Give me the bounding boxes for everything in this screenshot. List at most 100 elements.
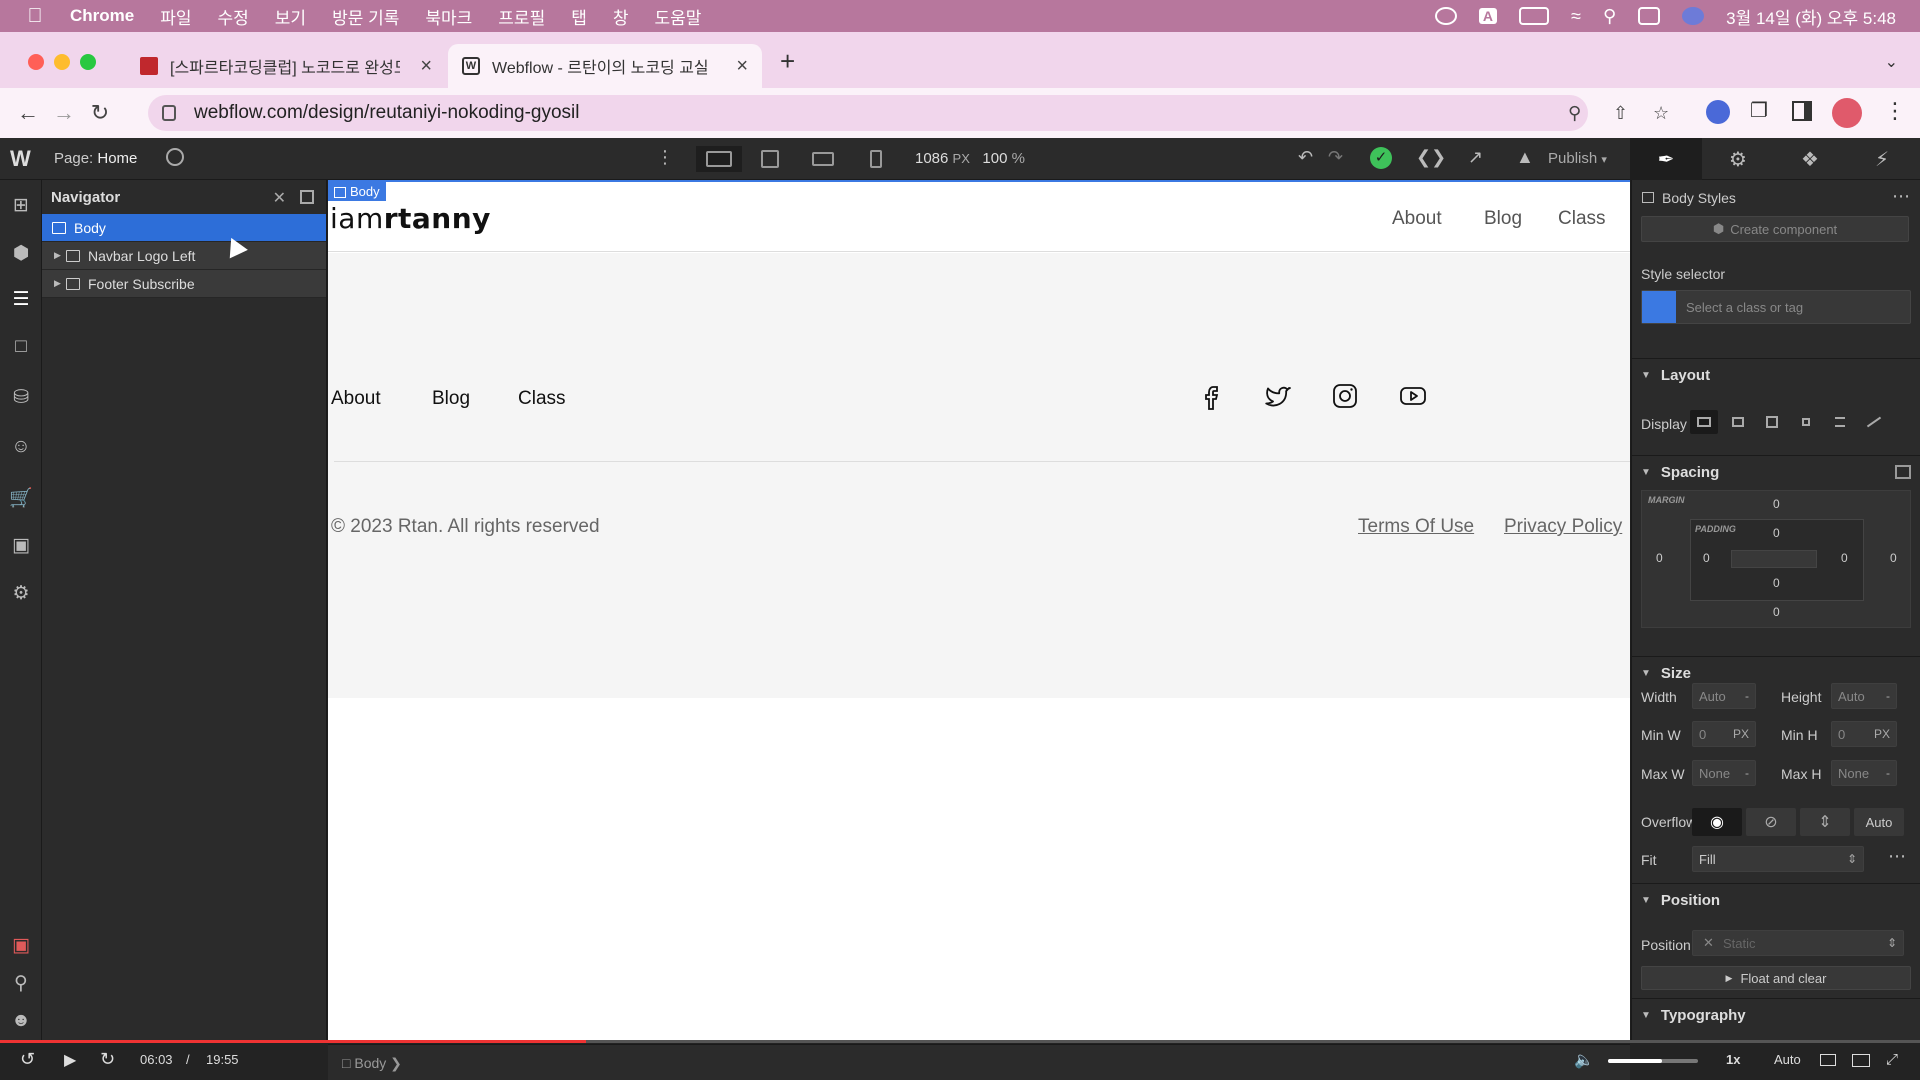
menu-file[interactable]: 파일 [160, 4, 191, 29]
selected-element-tag[interactable]: Body [328, 182, 386, 201]
float-and-clear-button[interactable]: ▶ Float and clear [1641, 966, 1911, 990]
picture-in-picture-icon[interactable] [1852, 1054, 1870, 1067]
control-center-icon[interactable] [1638, 7, 1661, 25]
max-height-input[interactable]: None - [1831, 760, 1897, 786]
side-panel-icon[interactable] [1792, 101, 1812, 121]
ecommerce-cart-icon[interactable]: 🛒 [9, 486, 33, 509]
height-input[interactable]: Auto - [1831, 683, 1897, 709]
display-inline-button[interactable] [1826, 410, 1854, 434]
menu-view[interactable]: 보기 [275, 4, 306, 29]
webflow-logo-icon[interactable]: W [10, 146, 31, 172]
site-navbar[interactable]: iamrtanny About Blog Class [328, 200, 1630, 252]
menu-profiles[interactable]: 프로필 [498, 4, 545, 29]
display-grid-button[interactable] [1758, 410, 1786, 434]
quality-setting[interactable]: Auto [1774, 1052, 1801, 1067]
navigator-item-navbar-logo-left[interactable]: ▶ Navbar Logo Left [42, 242, 326, 270]
chrome-extension-icon[interactable] [1706, 100, 1730, 124]
width-input[interactable]: Auto - [1692, 683, 1756, 709]
menu-edit[interactable]: 수정 [218, 4, 249, 29]
menu-window[interactable]: 창 [613, 4, 629, 29]
breakpoint-mobile-portrait-button[interactable] [856, 146, 896, 172]
footer-link-blog[interactable]: Blog [432, 388, 470, 410]
expand-caret-icon[interactable]: ▶ [54, 278, 66, 289]
style-manager-tab-drops-icon[interactable]: ❖ [1774, 138, 1846, 180]
users-icon[interactable]: ☺ [9, 436, 33, 458]
share-icon[interactable]: ⇧ [1613, 103, 1628, 124]
share-export-icon[interactable]: ↗ [1468, 147, 1483, 168]
collaborators-icon[interactable]: ☻ [9, 1010, 33, 1032]
siri-icon[interactable] [1682, 7, 1705, 25]
chrome-menu-icon[interactable]: ⋮ [1884, 98, 1906, 124]
tab-search-chevron-icon[interactable]: ⌄ [1885, 52, 1898, 72]
expand-caret-icon[interactable]: ▶ [54, 250, 66, 261]
assets-images-icon[interactable]: ▣ [9, 534, 33, 556]
cms-database-icon[interactable]: ⛁ [9, 386, 33, 408]
publish-button[interactable]: Publish ▾ [1548, 150, 1607, 167]
footer-legal-terms[interactable]: Terms Of Use [1358, 516, 1474, 538]
zoom-window-button[interactable] [80, 54, 96, 70]
site-logo[interactable]: iamrtanny [330, 202, 491, 235]
subtitles-icon[interactable] [1820, 1054, 1836, 1066]
overflow-auto-button[interactable]: Auto [1854, 808, 1904, 836]
add-panel-plus-icon[interactable]: ⊞ [9, 194, 33, 216]
footer-link-about[interactable]: About [331, 388, 381, 410]
create-component-button[interactable]: ⬢ Create component [1641, 216, 1909, 242]
battery-icon[interactable] [1519, 7, 1550, 25]
address-bar[interactable]: webflow.com/design/reutaniyi-nokoding-gy… [148, 95, 1669, 131]
min-height-input[interactable]: 0 PX [1831, 721, 1897, 747]
close-tab-icon[interactable]: × [736, 55, 748, 78]
position-select[interactable]: ✕ Static ⇕ [1692, 930, 1904, 956]
section-typography-header[interactable]: ▼ Typography [1632, 998, 1920, 1032]
padding-top[interactable]: 0 [1773, 526, 1780, 540]
interactions-tab-bolt-icon[interactable]: ⚡ [1846, 138, 1918, 180]
menubar-clock[interactable]: 3월 14일 (화) 오후 5:48 [1726, 4, 1896, 29]
settings-gear-icon[interactable]: ⚙ [9, 582, 33, 604]
footer-link-class[interactable]: Class [518, 388, 566, 410]
display-none-button[interactable] [1860, 410, 1888, 434]
style-selector-input[interactable]: Select a class or tag [1641, 290, 1911, 324]
navigator-item-body[interactable]: Body [42, 214, 326, 242]
menu-tab[interactable]: 탭 [571, 4, 587, 29]
padding-bottom[interactable]: 0 [1773, 576, 1780, 590]
browser-tab-active[interactable]: W Webflow - 르탄이의 노코딩 교실 × [448, 44, 762, 88]
menu-bookmarks[interactable]: 북마크 [425, 4, 472, 29]
playback-speed[interactable]: 1x [1726, 1052, 1740, 1067]
menu-history[interactable]: 방문 기록 [332, 4, 399, 29]
input-source-icon[interactable]: A [1478, 8, 1498, 24]
search-icon[interactable]: ⚲ [9, 972, 33, 994]
margin-right[interactable]: 0 [1890, 551, 1897, 565]
margin-top[interactable]: 0 [1773, 497, 1780, 511]
min-width-input[interactable]: 0 PX [1692, 721, 1756, 747]
close-tab-icon[interactable]: × [420, 55, 432, 78]
apple-icon[interactable]:  [0, 5, 70, 28]
zoom-magnifier-icon[interactable]: ⚲ [1568, 103, 1581, 124]
style-panel-tab-brush-icon[interactable]: ✒ [1630, 138, 1702, 180]
min-height-unit[interactable]: PX [1874, 727, 1890, 741]
collapse-all-icon[interactable]: ✕ [273, 188, 286, 208]
spacing-toggle-icon[interactable] [1895, 465, 1911, 479]
facebook-icon[interactable] [1196, 381, 1226, 411]
browser-tab[interactable]: [스파르타코딩클럽] 노코드로 완성도 × [126, 44, 446, 88]
design-canvas[interactable]: Body iamrtanny About Blog Class About Bl… [328, 180, 1630, 1040]
margin-bottom[interactable]: 0 [1773, 605, 1780, 619]
menu-app-name[interactable]: Chrome [70, 6, 134, 26]
url-text[interactable]: webflow.com/design/reutaniyi-nokoding-gy… [194, 102, 579, 124]
code-export-icon[interactable]: ❮❯ [1416, 147, 1446, 168]
bookmark-star-icon[interactable]: ☆ [1653, 103, 1669, 124]
site-nav-link-class[interactable]: Class [1558, 208, 1606, 230]
footer-legal-privacy[interactable]: Privacy Policy [1504, 516, 1622, 538]
video-progress-track[interactable] [0, 1040, 1920, 1043]
fullscreen-exit-icon[interactable]: ⤢ [1886, 1051, 1898, 1068]
close-window-button[interactable] [28, 54, 44, 70]
section-position-header[interactable]: ▼ Position [1632, 883, 1920, 917]
preview-eye-icon[interactable] [166, 148, 184, 166]
breakpoint-mobile-landscape-button[interactable] [803, 146, 843, 172]
navigator-item-footer-subscribe[interactable]: ▶ Footer Subscribe [42, 270, 326, 298]
margin-left[interactable]: 0 [1656, 551, 1663, 565]
reload-icon[interactable]: ↻ [82, 100, 118, 126]
spotlight-search-icon[interactable]: ⚲ [1603, 6, 1616, 27]
back-arrow-icon[interactable]: ← [10, 100, 46, 126]
padding-right[interactable]: 0 [1841, 551, 1848, 565]
new-tab-button[interactable]: + [780, 46, 795, 77]
wifi-icon[interactable]: ≈ [1571, 6, 1581, 27]
